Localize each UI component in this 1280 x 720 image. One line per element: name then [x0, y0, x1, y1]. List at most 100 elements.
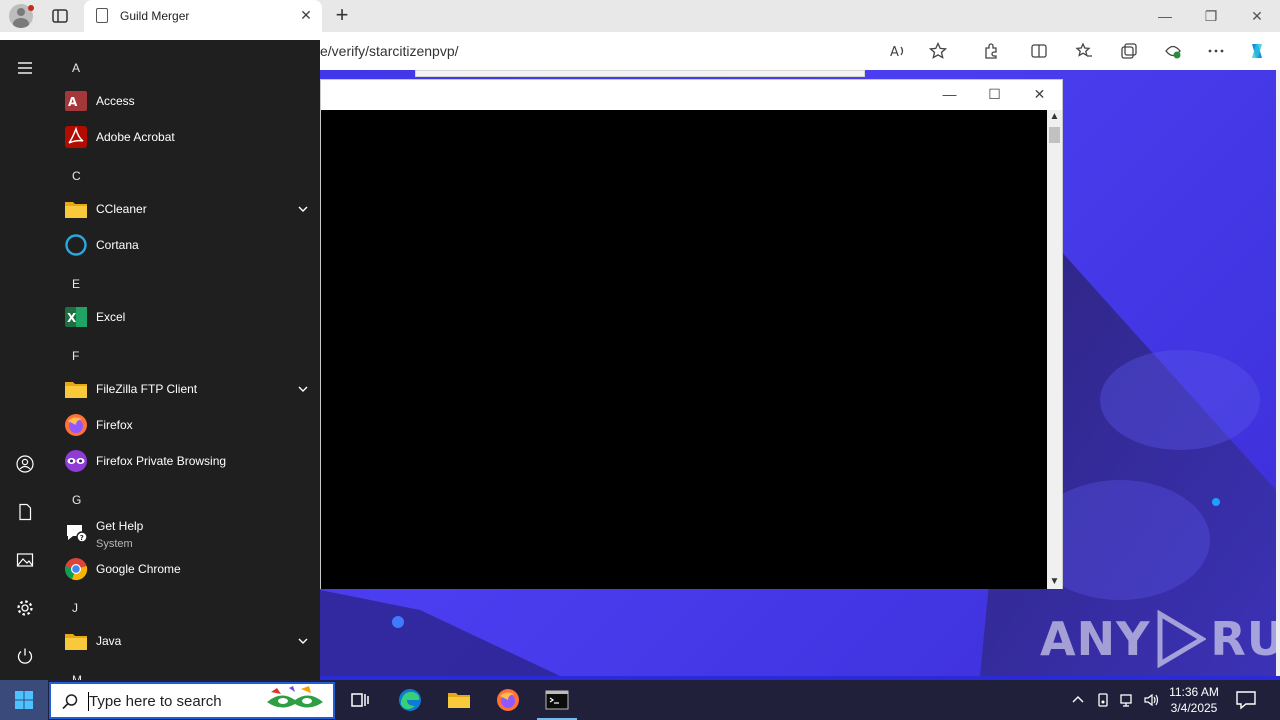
hamburger-menu-icon[interactable]	[13, 56, 37, 80]
chrome-icon	[65, 558, 88, 581]
taskbar-edge[interactable]	[386, 680, 434, 720]
app-filezilla[interactable]: FileZilla FTP Client	[62, 372, 312, 406]
app-google-chrome[interactable]: Google Chrome	[62, 552, 312, 586]
taskbar-search-box[interactable]: Type here to search	[49, 682, 335, 719]
tab-close-icon[interactable]: ✕	[298, 7, 314, 23]
svg-text:?: ?	[80, 534, 84, 542]
chevron-down-icon[interactable]	[296, 634, 310, 648]
firefox-icon	[65, 414, 87, 436]
browser-tab[interactable]: Guild Merger ✕	[84, 0, 322, 32]
favorites-icon[interactable]	[1073, 40, 1095, 62]
chevron-down-icon[interactable]	[296, 202, 310, 216]
app-name: Excel	[96, 310, 126, 324]
app-name: FileZilla FTP Client	[96, 382, 198, 396]
more-options-icon[interactable]	[1205, 40, 1227, 62]
edge-icon	[399, 689, 421, 711]
collections-icon[interactable]	[1118, 40, 1140, 62]
section-letter[interactable]: F	[72, 349, 79, 363]
profile-notification-dot	[28, 5, 34, 11]
start-menu: A A Access Adobe Acrobat C CCleaner Cort…	[0, 40, 320, 680]
scroll-up-arrow-icon[interactable]: ▲	[1049, 112, 1060, 122]
tab-actions-icon[interactable]	[50, 6, 70, 26]
window-controls: — ❐ ✕	[1142, 0, 1280, 32]
page-scrollbar[interactable]	[1276, 70, 1280, 676]
anyrun-watermark: ANY RUN	[1040, 610, 1276, 668]
scroll-down-arrow-icon[interactable]: ▼	[1049, 577, 1060, 587]
section-letter[interactable]: C	[72, 169, 81, 183]
app-name: CCleaner	[96, 202, 147, 216]
documents-icon[interactable]	[13, 500, 37, 524]
firefox-icon	[497, 689, 519, 711]
file-explorer-icon	[448, 693, 470, 708]
get-help-icon: ?	[67, 525, 88, 543]
app-firefox[interactable]: Firefox	[62, 408, 312, 442]
page-content-strip	[415, 70, 865, 77]
app-list: A A Access Adobe Acrobat C CCleaner Cort…	[50, 40, 320, 680]
app-subtitle: System	[96, 538, 133, 550]
extensions-icon[interactable]	[980, 40, 1002, 62]
app-cortana[interactable]: Cortana	[62, 228, 312, 262]
minimize-button[interactable]: —	[1142, 0, 1188, 32]
section-letter[interactable]: A	[72, 61, 80, 75]
url-text[interactable]: e/verify/starcitizenpvp/	[320, 43, 459, 59]
section-letter[interactable]: E	[72, 277, 80, 291]
show-hidden-icons-chevron-icon[interactable]	[1068, 680, 1088, 720]
console-maximize-button[interactable]: ☐	[972, 80, 1017, 108]
scroll-thumb[interactable]	[1049, 127, 1060, 143]
notification-center-icon[interactable]	[1234, 690, 1258, 710]
system-clock[interactable]: 11:36 AM 3/4/2025	[1162, 684, 1226, 716]
close-button[interactable]: ✕	[1234, 0, 1280, 32]
chevron-down-icon[interactable]	[296, 382, 310, 396]
taskbar-firefox[interactable]	[484, 680, 532, 720]
read-aloud-icon[interactable]: A	[887, 40, 909, 62]
app-java[interactable]: Java	[62, 624, 312, 658]
network-icon[interactable]	[1117, 680, 1137, 720]
search-placeholder[interactable]: Type here to search	[89, 693, 222, 710]
address-bar[interactable]: e/verify/starcitizenpvp/	[320, 36, 964, 66]
volume-icon[interactable]	[1141, 680, 1161, 720]
windows-logo-icon	[15, 691, 33, 709]
start-button[interactable]	[0, 680, 48, 720]
section-letter[interactable]: J	[72, 601, 78, 615]
pictures-icon[interactable]	[13, 548, 37, 572]
console-close-button[interactable]: ✕	[1017, 80, 1062, 108]
app-name: Adobe Acrobat	[96, 130, 175, 144]
app-name: Cortana	[96, 238, 139, 252]
favorite-star-icon[interactable]	[927, 40, 949, 62]
clock-date: 3/4/2025	[1170, 701, 1218, 715]
app-get-help[interactable]: ? Get Help System	[62, 516, 312, 550]
settings-gear-icon[interactable]	[13, 596, 37, 620]
console-minimize-button[interactable]: —	[927, 80, 972, 108]
new-tab-button[interactable]: +	[332, 4, 352, 26]
section-letter[interactable]: G	[72, 493, 81, 507]
user-account-icon[interactable]	[13, 452, 37, 476]
watermark-right-text: RUN	[1210, 612, 1276, 666]
app-adobe-acrobat[interactable]: Adobe Acrobat	[62, 120, 312, 154]
app-name: Firefox Private Browsing	[96, 454, 227, 468]
device-icon[interactable]	[1093, 680, 1113, 720]
taskbar-console[interactable]	[533, 680, 581, 720]
app-access[interactable]: A Access	[62, 84, 312, 118]
page-icon	[96, 8, 108, 23]
section-letter[interactable]: M	[72, 673, 82, 680]
console-output-area[interactable]	[321, 110, 1047, 589]
task-view-icon	[351, 693, 369, 707]
taskbar-file-explorer[interactable]	[435, 680, 483, 720]
console-titlebar[interactable]: — ☐ ✕	[321, 80, 1062, 110]
copilot-icon[interactable]	[1246, 40, 1268, 62]
browser-tab-bar: Guild Merger ✕ + — ❐ ✕	[0, 0, 1280, 32]
search-highlight-mask-icon[interactable]	[261, 686, 329, 716]
watermark-left-text: ANY	[1040, 612, 1151, 666]
task-view-button[interactable]	[336, 680, 384, 720]
app-firefox-private[interactable]: Firefox Private Browsing	[62, 444, 312, 478]
split-screen-icon[interactable]	[1028, 40, 1050, 62]
app-excel[interactable]: X Excel	[62, 300, 312, 334]
app-ccleaner[interactable]: CCleaner	[62, 192, 312, 226]
power-icon[interactable]	[13, 644, 37, 668]
console-window-controls: — ☐ ✕	[927, 80, 1062, 108]
browser-essentials-icon[interactable]	[1162, 40, 1184, 62]
acrobat-icon	[65, 126, 87, 148]
console-window[interactable]: — ☐ ✕ ▲ ▼	[320, 79, 1063, 589]
restore-button[interactable]: ❐	[1188, 0, 1234, 32]
console-scrollbar[interactable]: ▲ ▼	[1047, 110, 1062, 589]
